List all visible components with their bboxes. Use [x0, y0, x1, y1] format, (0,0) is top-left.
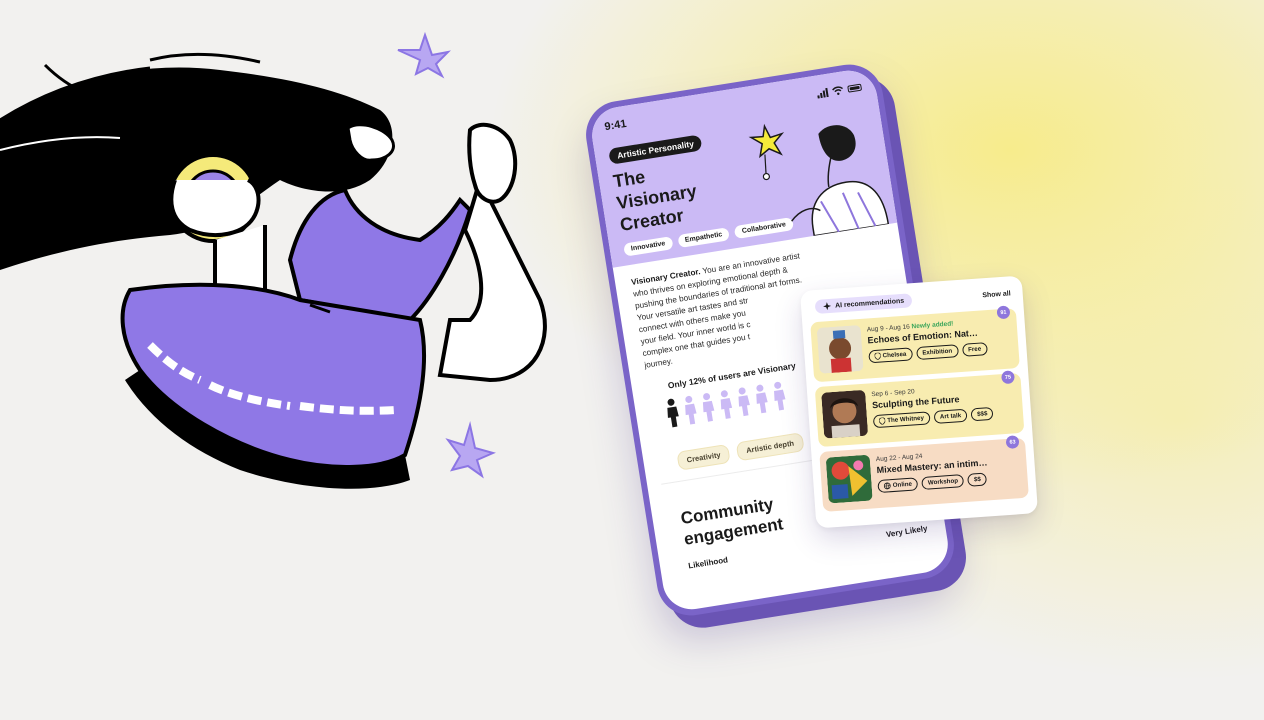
person-icon [756, 384, 768, 414]
creator-illustration [748, 123, 890, 237]
recommendations-card: AI recommendations Show all Aug 9 - Aug … [799, 275, 1039, 529]
location-pin-icon [879, 417, 886, 425]
page-title: The Visionary Creator [611, 166, 699, 235]
artist-illustration [0, 31, 547, 489]
tag-empathetic[interactable]: Empathetic [677, 227, 731, 249]
event-tag-type: Exhibition [915, 344, 959, 361]
location-pin-icon [874, 352, 881, 360]
show-all-link[interactable]: Show all [982, 290, 1011, 299]
trait-chip-artistic-depth[interactable]: Artistic depth [735, 432, 805, 462]
event-card[interactable]: Aug 22 - Aug 24 Mixed Mastery: an intim…… [819, 435, 1029, 512]
event-thumbnail [821, 389, 869, 439]
status-time: 9:41 [603, 117, 628, 134]
likelihood-value: Very Likely [885, 523, 929, 540]
event-card[interactable]: Aug 9 - Aug 16 Newly added! Echoes of Em… [810, 305, 1020, 383]
person-icon [685, 395, 697, 425]
person-icon-highlighted [667, 398, 679, 428]
event-tag-price: Free [961, 342, 988, 357]
likelihood-label: Likelihood [687, 555, 729, 571]
person-icon [774, 381, 786, 411]
trait-chip-creativity[interactable]: Creativity [676, 443, 731, 471]
event-tag-price: $$$ [970, 406, 994, 422]
globe-icon [883, 482, 891, 490]
event-thumbnail [825, 454, 873, 504]
ai-recommendations-pill: AI recommendations [814, 293, 913, 314]
sparkle-icon [823, 302, 832, 311]
event-thumbnail [816, 324, 864, 374]
wifi-icon [831, 85, 843, 95]
person-icon [738, 387, 750, 417]
event-card[interactable]: Sep 6 - Sep 20 Sculpting the Future The … [814, 370, 1025, 448]
signal-icon [816, 87, 829, 99]
event-tag-location: Online [877, 477, 919, 494]
event-tag-location: Chelsea [868, 347, 913, 364]
battery-icon [847, 83, 863, 93]
event-tag-type: Workshop [921, 474, 965, 490]
person-icon [702, 393, 715, 422]
person-icon [720, 390, 733, 419]
event-tag-price: $$ [967, 472, 988, 487]
event-tag-type: Art talk [933, 408, 968, 424]
event-tag-location: The Whitney [872, 411, 931, 429]
tag-innovative[interactable]: Innovative [623, 236, 674, 257]
